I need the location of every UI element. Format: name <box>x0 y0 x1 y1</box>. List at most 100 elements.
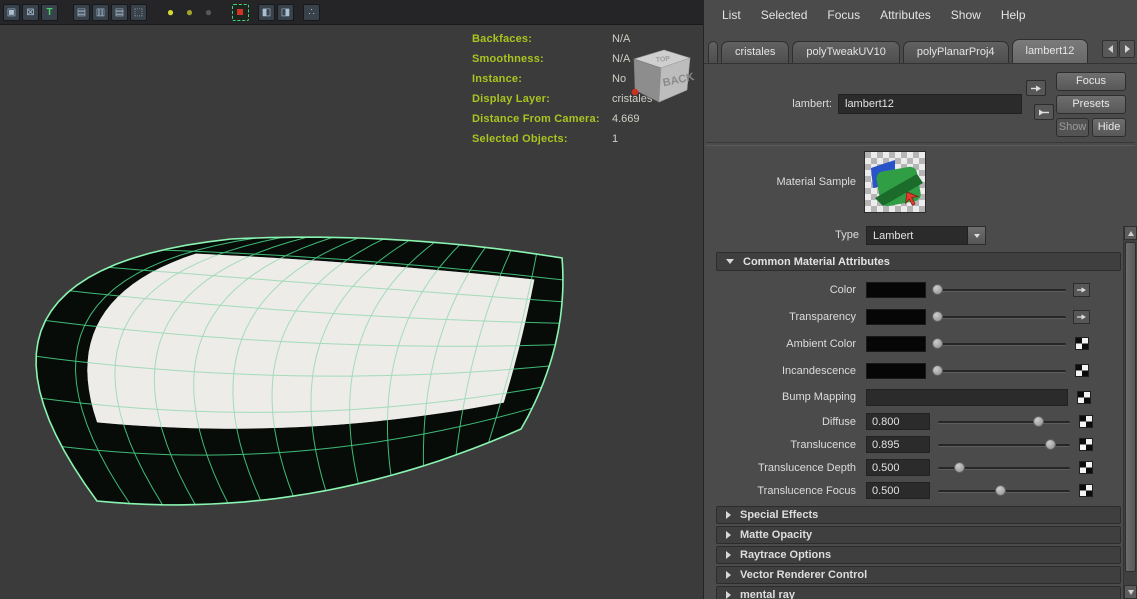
attr-row-translucence: Translucence <box>716 433 1121 456</box>
hud-label: Selected Objects: <box>472 133 612 145</box>
incandescence-swatch[interactable] <box>866 363 926 379</box>
section-matte-opacity[interactable]: Matte Opacity <box>716 526 1121 544</box>
attr-row-color: Color <box>716 276 1121 303</box>
show-button[interactable]: Show <box>1056 118 1089 137</box>
tab-scroll-left-icon[interactable] <box>1102 40 1118 58</box>
hide-button[interactable]: Hide <box>1092 118 1126 137</box>
focus-button[interactable]: Focus <box>1056 72 1126 91</box>
window-icon[interactable]: ▣ <box>3 4 20 21</box>
diffuse-slider[interactable] <box>938 414 1070 430</box>
transparency-connection-button[interactable] <box>1073 310 1090 324</box>
arrow-into-box-icon <box>1030 84 1042 93</box>
incandescence-texture-button[interactable] <box>1075 364 1089 377</box>
status-dot-gray[interactable]: ● <box>200 4 217 21</box>
menu-attributes[interactable]: Attributes <box>870 8 941 22</box>
ambient-color-slider[interactable] <box>934 336 1066 352</box>
tab-scroll-right-icon[interactable] <box>1119 40 1135 58</box>
attribute-editor-scrollbar[interactable] <box>1123 226 1137 599</box>
attribute-sections: Common Material Attributes Color Transpa… <box>716 252 1121 599</box>
output-connections-icon[interactable] <box>1034 104 1054 120</box>
split-panel-right-icon[interactable]: ◨ <box>277 4 294 21</box>
incandescence-slider-handle[interactable] <box>932 365 943 376</box>
transparency-slider[interactable] <box>934 309 1066 325</box>
node-type-label: lambert: <box>704 98 832 110</box>
expand-arrow-icon <box>726 511 731 519</box>
tab-polyplanarproj4[interactable]: polyPlanarProj4 <box>903 41 1009 63</box>
tab-cristales[interactable]: cristales <box>721 41 789 63</box>
slider-groove[interactable] <box>938 421 1070 424</box>
slider-groove[interactable] <box>934 316 1066 319</box>
slider-groove[interactable] <box>934 289 1066 292</box>
ambient-color-texture-button[interactable] <box>1075 337 1089 350</box>
view-cube[interactable]: TOP BACK <box>604 43 696 115</box>
orthographic-view-icon[interactable]: ▤ <box>111 4 128 21</box>
slider-groove[interactable] <box>934 343 1066 346</box>
status-dot-yellow[interactable]: ● <box>162 4 179 21</box>
translucence-depth-slider-handle[interactable] <box>954 462 965 473</box>
translucence-depth-texture-button[interactable] <box>1079 461 1093 474</box>
material-type-dropdown[interactable]: Lambert <box>866 226 986 245</box>
section-common-material-attributes[interactable]: Common Material Attributes <box>716 252 1121 271</box>
tab-lambert12[interactable]: lambert12 <box>1012 39 1089 63</box>
hud-label: Backfaces: <box>472 33 612 45</box>
bump-mapping-texture-button[interactable] <box>1077 391 1091 404</box>
translucence-focus-texture-button[interactable] <box>1079 484 1093 497</box>
attr-row-transparency: Transparency <box>716 303 1121 330</box>
transparency-slider-handle[interactable] <box>932 311 943 322</box>
camera-view-icon[interactable]: ▤ <box>73 4 90 21</box>
node-name-input[interactable] <box>838 94 1022 114</box>
color-swatch[interactable] <box>866 282 926 298</box>
view-cube-axis-dot <box>632 89 638 95</box>
ambient-color-slider-handle[interactable] <box>932 338 943 349</box>
color-slider-handle[interactable] <box>932 284 943 295</box>
input-connections-icon[interactable] <box>1026 80 1046 96</box>
translucence-depth-input[interactable] <box>866 459 930 476</box>
menu-selected[interactable]: Selected <box>751 8 818 22</box>
section-vector-renderer-control[interactable]: Vector Renderer Control <box>716 566 1121 584</box>
menu-help[interactable]: Help <box>991 8 1036 22</box>
menu-show[interactable]: Show <box>941 8 991 22</box>
translucence-focus-slider-handle[interactable] <box>995 485 1006 496</box>
section-raytrace-options[interactable]: Raytrace Options <box>716 546 1121 564</box>
translucence-slider-handle[interactable] <box>1045 439 1056 450</box>
dropdown-arrow-icon[interactable] <box>968 226 986 245</box>
bump-mapping-input[interactable] <box>866 389 1068 406</box>
presets-button[interactable]: Presets <box>1056 95 1126 114</box>
translucence-focus-slider[interactable] <box>938 483 1070 499</box>
material-type-value[interactable]: Lambert <box>866 226 968 245</box>
translucence-slider[interactable] <box>938 437 1070 453</box>
tab-polytweakuv10[interactable]: polyTweakUV10 <box>792 41 900 63</box>
color-slider[interactable] <box>934 282 1066 298</box>
translucence-focus-input[interactable] <box>866 482 930 499</box>
dotted-box-icon[interactable]: ⬚ <box>130 4 147 21</box>
section-special-effects[interactable]: Special Effects <box>716 506 1121 524</box>
viewport-canvas[interactable]: Backfaces: N/A Smoothness: N/A Instance:… <box>0 25 703 599</box>
scroll-down-icon[interactable] <box>1124 585 1137 599</box>
section-mental-ray[interactable]: mental ray <box>716 586 1121 599</box>
expand-arrow-icon <box>726 531 731 539</box>
menu-list[interactable]: List <box>712 8 751 22</box>
scroll-up-icon[interactable] <box>1124 226 1137 240</box>
marquee-selection-icon[interactable] <box>232 4 249 21</box>
menu-focus[interactable]: Focus <box>817 8 870 22</box>
translucence-input[interactable] <box>866 436 930 453</box>
color-connection-button[interactable] <box>1073 283 1090 297</box>
diffuse-texture-button[interactable] <box>1079 415 1093 428</box>
translucence-depth-slider[interactable] <box>938 460 1070 476</box>
perspective-view-icon[interactable]: ▥ <box>92 4 109 21</box>
incandescence-slider[interactable] <box>934 363 1066 379</box>
material-sample-swatch[interactable] <box>864 151 926 213</box>
ambient-color-swatch[interactable] <box>866 336 926 352</box>
grid-close-icon[interactable]: ⊠ <box>22 4 39 21</box>
scrollbar-thumb[interactable] <box>1125 242 1136 572</box>
share-nodes-icon[interactable]: ∴ <box>303 4 320 21</box>
transparency-swatch[interactable] <box>866 309 926 325</box>
status-dot-olive[interactable]: ● <box>181 4 198 21</box>
translucence-texture-button[interactable] <box>1079 438 1093 451</box>
diffuse-slider-handle[interactable] <box>1033 416 1044 427</box>
diffuse-input[interactable] <box>866 413 930 430</box>
split-panel-left-icon[interactable]: ◧ <box>258 4 275 21</box>
tab-partial[interactable] <box>708 41 718 63</box>
slider-groove[interactable] <box>934 370 1066 373</box>
text-tool-icon[interactable]: T <box>41 4 58 21</box>
